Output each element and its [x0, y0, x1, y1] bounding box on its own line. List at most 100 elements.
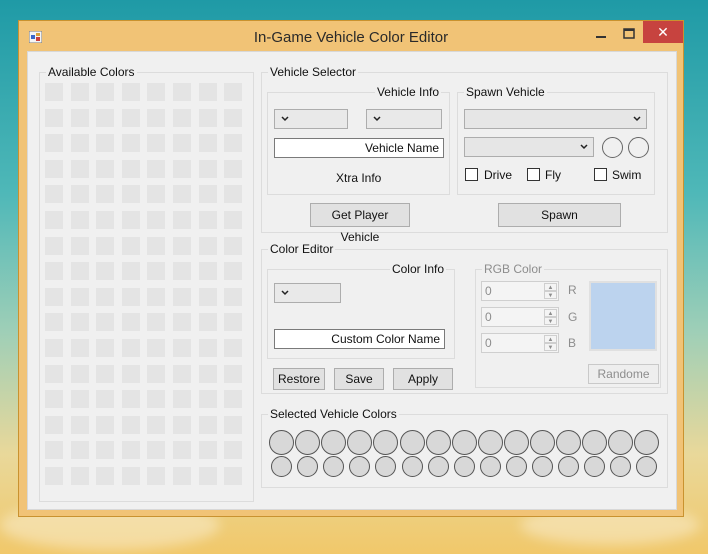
color-grid-cell[interactable]: [198, 159, 217, 178]
color-grid-cell[interactable]: [224, 185, 243, 204]
selected-color-swatch[interactable]: [582, 430, 608, 455]
spin-down-icon[interactable]: ▼: [544, 343, 557, 351]
color-grid-cell[interactable]: [173, 108, 191, 127]
spawn-vehicle-combo[interactable]: [464, 109, 647, 129]
selected-color-swatch-small[interactable]: [297, 456, 319, 477]
color-grid-cell[interactable]: [45, 287, 63, 306]
color-grid-cell[interactable]: [45, 211, 63, 229]
color-grid-cell[interactable]: [173, 467, 191, 485]
color-grid-cell[interactable]: [45, 159, 63, 178]
selected-color-swatch[interactable]: [451, 430, 477, 455]
selected-color-swatch-small[interactable]: [427, 456, 449, 477]
color-grid-cell[interactable]: [173, 236, 191, 255]
color-grid-cell[interactable]: [96, 262, 115, 281]
color-grid-cell[interactable]: [198, 364, 217, 383]
color-grid-cell[interactable]: [224, 364, 243, 383]
color-grid-cell[interactable]: [173, 134, 191, 153]
color-grid-cell[interactable]: [70, 339, 89, 357]
restore-button[interactable]: Restore: [273, 368, 325, 390]
selected-color-swatch[interactable]: [530, 430, 555, 455]
color-grid-cell[interactable]: [70, 134, 89, 153]
color-grid-cell[interactable]: [198, 339, 217, 357]
color-grid-cell[interactable]: [173, 390, 191, 409]
color-grid-cell[interactable]: [224, 159, 243, 178]
selected-color-swatch[interactable]: [608, 430, 634, 455]
color-grid-cell[interactable]: [70, 236, 89, 255]
red-spinner[interactable]: 0 ▲ ▼: [481, 281, 559, 301]
drive-checkbox[interactable]: [465, 168, 478, 181]
color-grid-cell[interactable]: [96, 313, 115, 332]
color-grid-cell[interactable]: [70, 211, 89, 229]
color-grid-cell[interactable]: [198, 134, 217, 153]
color-grid-cell[interactable]: [96, 185, 115, 204]
color-grid-cell[interactable]: [147, 390, 166, 409]
color-grid-cell[interactable]: [147, 211, 166, 229]
color-grid-cell[interactable]: [147, 313, 166, 332]
color-grid-cell[interactable]: [121, 134, 140, 153]
color-grid-cell[interactable]: [96, 159, 115, 178]
selected-color-swatch[interactable]: [373, 430, 399, 455]
spawn-color-primary-swatch[interactable]: [602, 137, 623, 158]
color-grid-cell[interactable]: [147, 287, 166, 306]
color-grid-cell[interactable]: [70, 467, 89, 485]
color-grid-cell[interactable]: [70, 108, 89, 127]
color-grid-cell[interactable]: [121, 236, 140, 255]
color-grid-cell[interactable]: [147, 467, 166, 485]
selected-color-swatch-small[interactable]: [271, 456, 292, 477]
color-grid-cell[interactable]: [70, 83, 89, 101]
color-grid-cell[interactable]: [96, 364, 115, 383]
color-grid-cell[interactable]: [121, 467, 140, 485]
spin-up-icon[interactable]: ▲: [544, 283, 557, 291]
get-player-vehicle-button[interactable]: Get Player Vehicle: [310, 203, 410, 244]
color-grid-cell[interactable]: [121, 262, 140, 281]
color-grid-cell[interactable]: [45, 236, 63, 255]
color-grid-cell[interactable]: [173, 415, 191, 434]
color-grid-cell[interactable]: [96, 236, 115, 255]
color-grid-cell[interactable]: [173, 441, 191, 460]
color-grid-cell[interactable]: [198, 415, 217, 434]
color-grid-cell[interactable]: [147, 262, 166, 281]
spawn-color-secondary-swatch[interactable]: [628, 137, 649, 158]
color-grid-cell[interactable]: [147, 134, 166, 153]
color-grid-cell[interactable]: [173, 185, 191, 204]
color-grid-cell[interactable]: [173, 339, 191, 357]
color-grid-cell[interactable]: [198, 313, 217, 332]
color-grid-cell[interactable]: [173, 83, 191, 101]
color-grid-cell[interactable]: [96, 83, 115, 101]
save-button[interactable]: Save: [334, 368, 384, 390]
color-grid-cell[interactable]: [70, 287, 89, 306]
color-grid-cell[interactable]: [173, 313, 191, 332]
color-grid-cell[interactable]: [96, 287, 115, 306]
color-grid-cell[interactable]: [121, 415, 140, 434]
color-grid-cell[interactable]: [121, 441, 140, 460]
color-grid-cell[interactable]: [45, 134, 63, 153]
color-grid-cell[interactable]: [224, 236, 243, 255]
color-grid-cell[interactable]: [70, 415, 89, 434]
selected-color-swatch[interactable]: [425, 430, 451, 455]
color-grid-cell[interactable]: [147, 441, 166, 460]
selected-color-swatch[interactable]: [295, 430, 321, 455]
minimize-button[interactable]: [587, 25, 615, 43]
selected-color-swatch-small[interactable]: [479, 456, 501, 477]
color-grid-cell[interactable]: [70, 364, 89, 383]
color-grid-cell[interactable]: [70, 159, 89, 178]
color-grid-cell[interactable]: [45, 441, 63, 460]
color-grid-cell[interactable]: [147, 415, 166, 434]
selected-color-swatch-small[interactable]: [558, 456, 580, 477]
color-grid-cell[interactable]: [70, 185, 89, 204]
color-grid-cell[interactable]: [198, 83, 217, 101]
maximize-button[interactable]: [615, 25, 643, 43]
selected-color-swatch-small[interactable]: [610, 456, 632, 477]
color-grid-cell[interactable]: [224, 262, 243, 281]
close-button[interactable]: ✕: [643, 21, 683, 43]
selected-color-swatch[interactable]: [321, 430, 347, 455]
selected-color-swatch[interactable]: [347, 430, 373, 455]
color-grid-cell[interactable]: [224, 211, 243, 229]
color-grid-cell[interactable]: [70, 390, 89, 409]
color-grid-cell[interactable]: [121, 159, 140, 178]
spawn-button[interactable]: Spawn: [498, 203, 621, 227]
spin-down-icon[interactable]: ▼: [544, 317, 557, 325]
color-grid-cell[interactable]: [96, 108, 115, 127]
color-grid-cell[interactable]: [173, 287, 191, 306]
color-grid-cell[interactable]: [96, 211, 115, 229]
